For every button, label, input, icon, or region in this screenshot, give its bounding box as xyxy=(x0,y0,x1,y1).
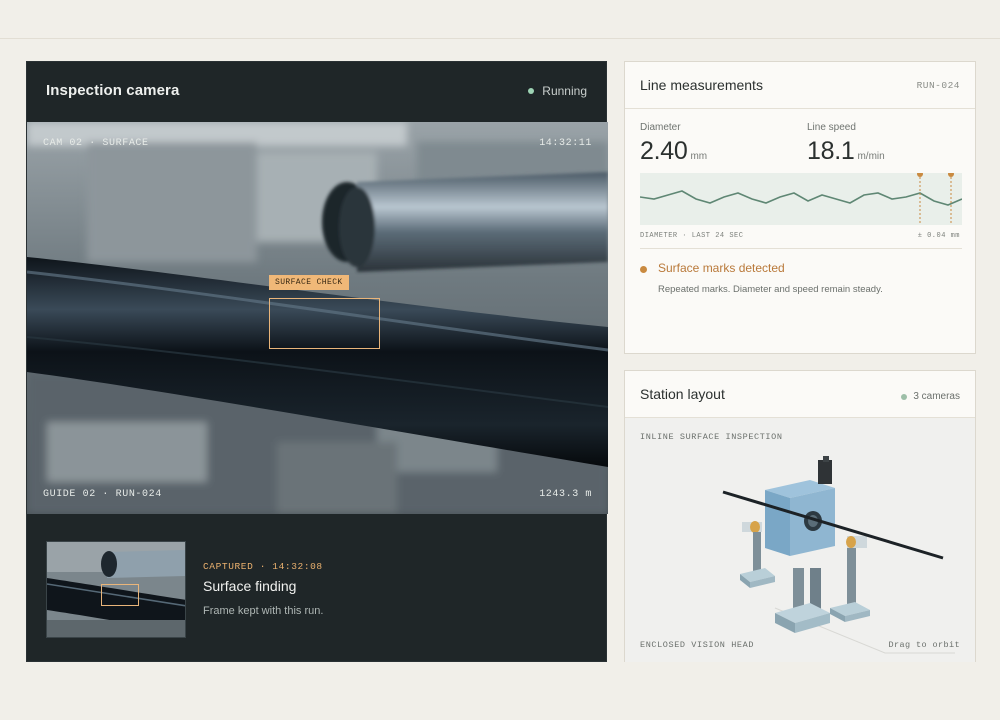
camera-header: Inspection camera Running xyxy=(27,62,606,122)
mark-dot-2 xyxy=(948,171,954,177)
feed-camera-label: CAM 02 · SURFACE xyxy=(43,138,149,149)
capture-meta: CAPTURED · 14:32:08 xyxy=(203,561,323,572)
status-dot-icon xyxy=(528,88,535,94)
drag-to-orbit-hint: Drag to orbit xyxy=(888,640,960,650)
diameter-value: 2.40 mm xyxy=(640,137,707,166)
station-caption: INLINE SURFACE INSPECTION xyxy=(640,432,783,442)
vision-head-model xyxy=(722,456,955,654)
capture-description: Frame kept with this run. xyxy=(203,605,324,617)
diameter-unit: mm xyxy=(690,151,708,162)
line-speed-number: 18.1 xyxy=(807,137,855,165)
capture-thumbnail[interactable] xyxy=(46,541,186,638)
measurements-title: Line measurements xyxy=(640,77,763,93)
sparkline-chart xyxy=(639,171,963,225)
roi-label: SURFACE CHECK xyxy=(269,275,349,290)
diameter-sparkline[interactable] xyxy=(639,171,963,225)
station-footer-left: ENCLOSED VISION HEAD xyxy=(640,640,755,650)
diameter-number: 2.40 xyxy=(640,137,688,165)
camera-count-label: 3 cameras xyxy=(913,391,960,402)
alert-dot-icon xyxy=(640,266,647,273)
camera-status-label: Running xyxy=(542,84,587,98)
inspection-camera-panel: Inspection camera Running CAM 02 · SURFA… xyxy=(26,61,608,663)
line-speed-unit: m/min xyxy=(857,151,885,162)
feed-timestamp: 14:32:11 xyxy=(539,138,592,149)
capture-title: Surface finding xyxy=(203,578,297,594)
run-id: RUN-024 xyxy=(916,80,960,91)
sparkline-series xyxy=(639,190,963,206)
card-divider xyxy=(625,108,975,109)
station-3d-view[interactable]: INLINE SURFACE INSPECTION ENCLOSED VISIO… xyxy=(625,418,975,662)
alert-title: Surface marks detected xyxy=(658,261,785,275)
line-measurements-card: Line measurements RUN-024 Diameter 2.40 m… xyxy=(624,61,976,354)
mark-dot-1 xyxy=(917,171,923,177)
captured-finding[interactable]: CAPTURED · 14:32:08 Surface finding Fram… xyxy=(27,514,608,663)
line-speed-label: Line speed xyxy=(807,122,856,133)
feed-length: 1243.3 m xyxy=(539,489,592,500)
station-layout-card: Station layout 3 cameras INLINE SURFACE … xyxy=(624,370,976,662)
camera-count: 3 cameras xyxy=(901,391,960,402)
thumbnail-roi-box xyxy=(101,584,139,606)
feed-guide-run: GUIDE 02 · RUN-024 xyxy=(43,489,162,500)
camera-feed[interactable]: CAM 02 · SURFACE 14:32:11 GUIDE 02 · RUN… xyxy=(27,122,608,514)
station-title: Station layout xyxy=(640,386,725,402)
sparkline-caption: DIAMETER · LAST 24 SEC xyxy=(640,232,744,240)
alert-divider xyxy=(640,248,962,249)
top-divider xyxy=(0,38,1000,39)
roi-box xyxy=(269,298,380,349)
diameter-label: Diameter xyxy=(640,122,681,133)
sparkline-tolerance: ± 0.04 mm xyxy=(917,232,960,240)
camera-count-dot-icon xyxy=(901,393,908,400)
line-speed-value: 18.1 m/min xyxy=(807,137,885,166)
camera-title: Inspection camera xyxy=(46,82,180,99)
alert-description: Repeated marks. Diameter and speed remai… xyxy=(658,284,883,295)
camera-status: Running xyxy=(528,84,587,98)
